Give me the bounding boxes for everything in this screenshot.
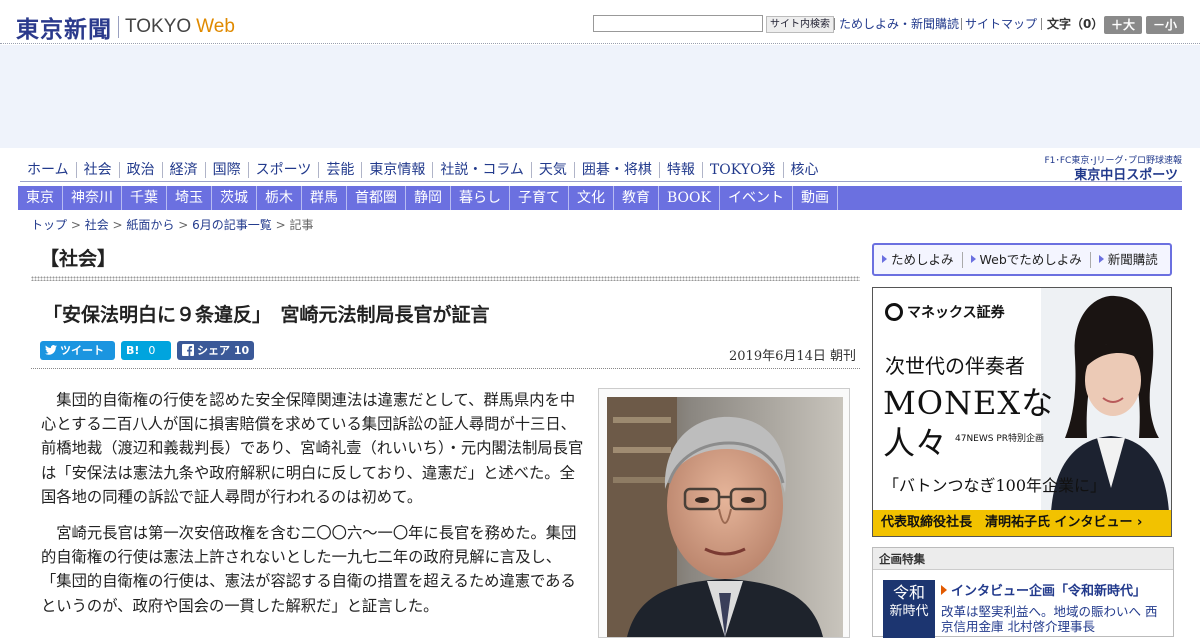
site-logo[interactable]: 東京新聞 TOKYO Web — [16, 10, 235, 44]
nav-entertainment[interactable]: 芸能 — [319, 161, 363, 178]
article-photo[interactable] — [607, 397, 843, 637]
article-paragraph: 集団的自衛権の行使を認めた安全保障関連法は違憲だとして、群馬県内を中心とする二百… — [41, 391, 584, 506]
section-title: 【社会】 — [40, 248, 117, 270]
nav-home[interactable]: ホーム — [20, 161, 77, 178]
chunichi-sports-link[interactable]: F1･FC東京･Jリーグ･プロ野球速報 東京中日スポーツ — [1024, 153, 1182, 183]
nav-society[interactable]: 社会 — [77, 161, 120, 178]
site-search-input[interactable] — [593, 15, 763, 32]
facebook-share-label: シェア — [197, 344, 230, 357]
nav-economy[interactable]: 経済 — [163, 161, 206, 178]
nav-region-item[interactable]: イベント — [720, 186, 793, 210]
article-headline: 「安保法明白に９条違反」 宮崎元法制局長官が証言 — [43, 304, 490, 326]
promo-subscribe[interactable]: 新聞購読 — [1091, 252, 1166, 268]
nav-go-shogi[interactable]: 囲碁・将棋 — [575, 161, 660, 178]
nav-region-item[interactable]: 東京 — [18, 186, 63, 210]
site-header: 東京新聞 TOKYO Web サイト内検索 ためしよみ・新聞購読 サイトマップ … — [0, 0, 1200, 44]
subscribe-link[interactable]: ためしよみ・新聞購読 — [839, 15, 959, 33]
banner-ad-area — [0, 45, 1200, 148]
nav-region-item[interactable]: 茨城 — [212, 186, 257, 210]
nav-international[interactable]: 国際 — [206, 161, 249, 178]
breadcrumb-top[interactable]: トップ — [31, 218, 67, 232]
chunichi-logo: 東京中日スポーツ — [1074, 168, 1178, 183]
article-body: 集団的自衛権の行使を認めた安全保障関連法は違憲だとして、群馬県内を中心とする二百… — [41, 388, 584, 630]
facebook-icon — [182, 341, 194, 360]
nav-kakushin[interactable]: 核心 — [784, 162, 826, 178]
article-paragraph: 宮崎元長官は第一次安倍政権を含む二〇〇六～一〇年に長官を務めた。集団的自衛権の行… — [41, 524, 577, 615]
facebook-share-count: 10 — [233, 344, 250, 357]
nav-region-item[interactable]: 教育 — [614, 186, 659, 210]
nav-region-item[interactable]: 神奈川 — [63, 186, 122, 210]
arrow-right-icon — [941, 585, 947, 595]
article-date: 2019年6月14日 朝刊 — [729, 349, 857, 364]
divider — [961, 18, 962, 30]
tweet-button[interactable]: ツイート — [40, 341, 115, 360]
arrow-right-icon — [882, 254, 887, 263]
breadcrumb-society[interactable]: 社会 — [85, 218, 109, 232]
ad-pr-label: 47NEWS PR特別企画 — [955, 434, 1045, 444]
nav-politics[interactable]: 政治 — [120, 161, 163, 178]
nav-region-item[interactable]: 子育て — [510, 186, 569, 210]
nav-region-item[interactable]: 栃木 — [257, 186, 302, 210]
feature-title[interactable]: インタビュー企画「令和新時代」 — [941, 580, 1146, 599]
font-larger-button[interactable]: ＋大 — [1104, 16, 1142, 34]
article-photo-frame — [598, 388, 850, 638]
sitemap-link[interactable]: サイトマップ — [965, 15, 1037, 33]
feature-header: 企画特集 — [873, 548, 1173, 570]
article-divider — [31, 368, 860, 369]
nav-region-item[interactable]: 群馬 — [302, 186, 347, 210]
nav-sports[interactable]: スポーツ — [249, 161, 320, 178]
font-size-label: 文字（0） — [1047, 17, 1104, 31]
nav-region-item[interactable]: 暮らし — [451, 186, 510, 210]
arrow-right-icon — [970, 254, 976, 263]
site-search-button[interactable]: サイト内検索 — [766, 16, 834, 33]
nav-region-item[interactable]: 千葉 — [122, 186, 167, 210]
breadcrumb-current: 記事 — [289, 218, 314, 232]
section-divider — [31, 276, 860, 281]
logo-web: Web — [196, 16, 235, 37]
feature-box: 企画特集 令和 新時代 インタビュー企画「令和新時代」 改革は堅実利益へ。地域の… — [872, 547, 1174, 638]
arrow-right-icon — [1098, 254, 1104, 263]
nav-weather[interactable]: 天気 — [532, 161, 575, 178]
hatena-icon: B! — [126, 344, 140, 357]
breadcrumb: トップ > 社会 > 紙面から > 6月の記事一覧 > 記事 — [31, 218, 314, 232]
logo-divider — [118, 16, 119, 38]
nav-editorial[interactable]: 社説・コラム — [433, 161, 532, 178]
promo-web-trial[interactable]: Webでためしよみ — [963, 251, 1091, 268]
font-smaller-button[interactable]: －小 — [1146, 16, 1184, 34]
ad-line-3: 人々 — [883, 424, 948, 462]
ad-brand: マネックス証券 — [885, 302, 1005, 322]
feature-thumbnail[interactable]: 令和 新時代 — [883, 580, 935, 638]
regional-nav: 東京 神奈川 千葉 埼玉 茨城 栃木 群馬 首都圏 静岡 暮らし 子育て 文化 … — [18, 186, 1182, 210]
primary-nav: ホーム 社会 政治 経済 国際 スポーツ 芸能 東京情報 社説・コラム 天気 囲… — [20, 158, 1182, 182]
hatena-bookmark-button[interactable]: B! 0 — [121, 341, 171, 360]
monex-ad[interactable]: マネックス証券 次世代の伴奏者 MONEXな 人々 47NEWS PR特別企画 … — [872, 287, 1172, 537]
nav-region-item[interactable]: 静岡 — [406, 186, 451, 210]
nav-region-item[interactable]: 文化 — [569, 186, 614, 210]
ad-cta-bar[interactable]: 代表取締役社長 清明祐子氏 インタビュー › — [873, 510, 1171, 536]
promo-trial[interactable]: ためしよみ — [874, 251, 963, 268]
divider — [834, 18, 835, 30]
nav-region-item[interactable]: 動画 — [793, 186, 838, 210]
nav-region-item[interactable]: BOOK — [659, 186, 720, 210]
nav-tokyo-hatsu[interactable]: TOKYO発 — [703, 161, 784, 178]
divider — [1041, 18, 1042, 30]
nav-tokuho[interactable]: 特報 — [660, 161, 703, 178]
monex-logo-icon — [885, 303, 903, 321]
thumb-text-b: 新時代 — [889, 604, 929, 619]
nav-region-item[interactable]: 首都圏 — [347, 186, 406, 210]
subscription-promo: ためしよみ Webでためしよみ 新聞購読 — [872, 243, 1172, 276]
tweet-label: ツイート — [60, 344, 104, 357]
nav-region-item[interactable]: 埼玉 — [167, 186, 212, 210]
ad-quote: 「バトンつなぎ100年企業に」 — [883, 476, 1107, 495]
thumb-text-a: 令和 — [892, 583, 925, 602]
breadcrumb-from-paper[interactable]: 紙面から — [126, 218, 174, 232]
breadcrumb-june-list[interactable]: 6月の記事一覧 — [192, 218, 272, 232]
facebook-share-button[interactable]: シェア 10 — [177, 341, 254, 360]
ad-line-1: 次世代の伴奏者 — [885, 354, 1025, 378]
twitter-bird-icon — [45, 341, 57, 360]
nav-tokyo-info[interactable]: 東京情報 — [362, 161, 434, 178]
logo-tokyo: TOKYO — [125, 16, 192, 37]
logo-tokyo-shimbun: 東京新聞 — [16, 16, 112, 43]
hatena-count: 0 — [148, 344, 156, 357]
